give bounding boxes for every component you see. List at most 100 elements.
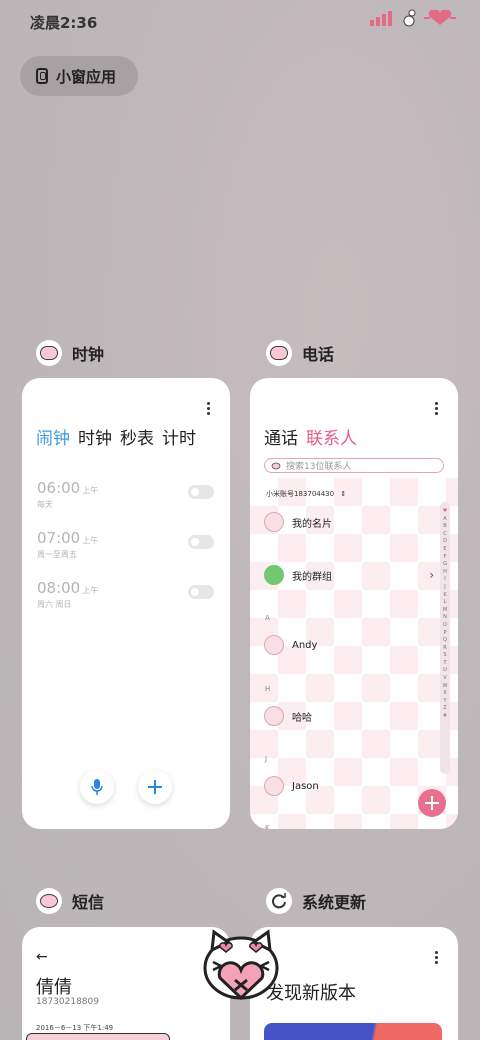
contact-search-input[interactable]: 搜索13位联系人 xyxy=(264,458,444,473)
section-header: K xyxy=(265,824,270,829)
floating-window-label: 小窗应用 xyxy=(56,67,117,86)
alarm-item[interactable]: 07:00 上午 周一至周五 xyxy=(37,528,217,568)
alphabet-letter[interactable]: O xyxy=(443,622,447,630)
section-header: A xyxy=(265,614,270,622)
messages-card-header: 短信 xyxy=(36,888,104,914)
contact-item[interactable]: Andy xyxy=(264,635,317,655)
phone-card-header: 电话 xyxy=(266,340,334,366)
my-card-label: 我的名片 xyxy=(292,518,332,530)
alphabet-letter[interactable]: F xyxy=(444,554,447,562)
message-date: 2016－6－13 下午1:49 xyxy=(36,1024,114,1032)
phone-app-icon xyxy=(266,340,292,366)
avatar xyxy=(264,776,284,796)
alphabet-letter[interactable]: L xyxy=(444,599,447,607)
alphabet-letter[interactable]: Y xyxy=(443,698,446,706)
alphabet-letter[interactable]: ♥ xyxy=(443,508,447,516)
my-group-label: 我的群组 xyxy=(292,571,332,583)
alarm-ampm: 上午 xyxy=(82,586,99,595)
microphone-icon xyxy=(91,779,103,795)
account-selector[interactable]: 小米账号183704430 ⇕ xyxy=(266,489,346,499)
update-app-name: 系统更新 xyxy=(302,893,367,912)
alphabet-letter[interactable]: M xyxy=(443,607,447,615)
update-app-icon xyxy=(266,888,292,914)
floating-window-button[interactable]: 小窗应用 xyxy=(20,56,138,96)
alarm-repeat: 每天 xyxy=(37,500,53,509)
clock-more-icon[interactable] xyxy=(207,402,210,415)
alarm-item[interactable]: 08:00 上午 周六 周日 xyxy=(37,578,217,618)
phone-app-name: 电话 xyxy=(302,345,335,364)
alphabet-letter[interactable]: I xyxy=(444,576,445,584)
clock-app-icon xyxy=(36,340,62,366)
clock-card-header: 时钟 xyxy=(36,340,104,366)
alphabet-letter[interactable]: P xyxy=(443,630,446,638)
contact-name: Jason xyxy=(292,780,319,792)
contact-name: 哈哈 xyxy=(292,712,312,724)
alphabet-letter[interactable]: Q xyxy=(443,637,447,645)
alphabet-letter[interactable]: K xyxy=(443,592,446,600)
clock-tabs: 闹钟 时钟 秒表 计时 xyxy=(36,424,196,449)
phone-more-icon[interactable] xyxy=(435,402,438,415)
swap-icon: ⇕ xyxy=(340,490,347,498)
tab-clock[interactable]: 时钟 xyxy=(78,424,112,449)
contact-item[interactable]: Jason xyxy=(264,776,319,796)
add-alarm-button[interactable] xyxy=(138,770,172,804)
alphabet-letter[interactable]: E xyxy=(443,546,446,554)
floating-window-icon xyxy=(36,68,48,84)
alarm-ampm: 上午 xyxy=(82,486,99,495)
back-arrow-icon[interactable]: ← xyxy=(36,949,48,965)
tab-contacts[interactable]: 联系人 xyxy=(306,424,357,449)
status-bar: 凌晨2:36 xyxy=(0,0,480,40)
alarm-toggle[interactable] xyxy=(188,535,214,549)
section-header: J xyxy=(265,755,268,763)
group-avatar xyxy=(264,565,284,585)
alphabet-letter[interactable]: T xyxy=(443,660,446,668)
alarm-toggle[interactable] xyxy=(188,585,214,599)
plus-icon xyxy=(425,796,439,810)
phone-tabs: 通话 联系人 xyxy=(264,424,357,449)
alphabet-letter[interactable]: X xyxy=(443,690,446,698)
alarm-toggle[interactable] xyxy=(188,485,214,499)
alphabet-letter[interactable]: J xyxy=(444,584,445,592)
conversation-name: 倩倩 xyxy=(36,977,72,998)
alphabet-letter[interactable]: D xyxy=(443,538,447,546)
alphabet-index[interactable]: ♥ A B C D E F G H I J K L M N O P Q R S T U V W X Y Z # xyxy=(440,502,450,774)
contact-item[interactable]: 哈哈 xyxy=(264,706,312,726)
battery-heart-icon xyxy=(424,8,456,30)
voice-button[interactable] xyxy=(80,770,114,804)
section-header: H xyxy=(265,685,271,693)
phone-card[interactable]: 通话 联系人 搜索13位联系人 小米账号183704430 ⇕ 我的名片 我的群… xyxy=(250,378,458,829)
alarm-time: 06:00 xyxy=(37,479,81,497)
alarm-time: 07:00 xyxy=(37,529,81,547)
alphabet-letter[interactable]: U xyxy=(443,667,447,675)
alphabet-letter[interactable]: N xyxy=(443,614,447,622)
alphabet-letter[interactable]: A xyxy=(443,516,446,524)
signal-icon xyxy=(370,10,394,30)
cat-mascot-sticker[interactable] xyxy=(198,928,284,1002)
search-icon xyxy=(271,462,281,469)
my-group-item[interactable]: 我的群组 › xyxy=(264,565,434,585)
contact-name: Andy xyxy=(292,639,318,651)
tab-calls[interactable]: 通话 xyxy=(264,424,298,449)
alphabet-letter[interactable]: R xyxy=(443,645,446,653)
avatar xyxy=(264,635,284,655)
alphabet-letter[interactable]: G xyxy=(443,561,447,569)
alphabet-letter[interactable]: # xyxy=(443,713,447,721)
add-contact-button[interactable] xyxy=(418,789,446,817)
tab-stopwatch[interactable]: 秒表 xyxy=(120,424,154,449)
alphabet-letter[interactable]: C xyxy=(443,531,447,539)
clock-card[interactable]: 闹钟 时钟 秒表 计时 06:00 上午 每天 07:00 上午 周一至周五 08:… xyxy=(22,378,230,829)
alphabet-letter[interactable]: S xyxy=(443,652,446,660)
alarm-ampm: 上午 xyxy=(82,536,99,545)
alphabet-letter[interactable]: W xyxy=(443,683,448,691)
update-more-icon[interactable] xyxy=(435,951,438,964)
alphabet-letter[interactable]: V xyxy=(443,675,446,683)
my-card-item[interactable]: 我的名片 xyxy=(264,512,332,532)
alphabet-letter[interactable]: B xyxy=(443,523,446,531)
messages-app-icon xyxy=(36,888,62,914)
tab-timer[interactable]: 计时 xyxy=(162,424,196,449)
alphabet-letter[interactable]: H xyxy=(443,569,447,577)
alphabet-letter[interactable]: Z xyxy=(443,705,446,713)
alarm-item[interactable]: 06:00 上午 每天 xyxy=(37,478,217,518)
tab-alarm[interactable]: 闹钟 xyxy=(36,424,70,449)
message-bubble xyxy=(26,1033,170,1040)
